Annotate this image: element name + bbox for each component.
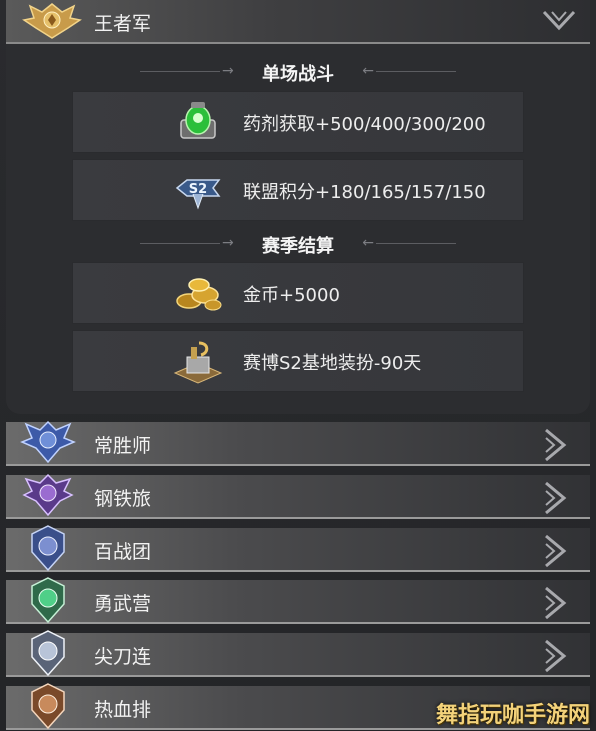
watermark: 舞指玩咖手游网 xyxy=(435,703,590,728)
divider-line xyxy=(140,71,220,72)
arrow-right-icon: → xyxy=(222,63,234,79)
potion-icon xyxy=(180,102,216,139)
silver-shield-badge-icon xyxy=(31,630,65,677)
divider-line xyxy=(376,71,456,72)
section-title-battle: → 单场战斗 ← xyxy=(0,60,596,86)
reward-row-base-decoration: 赛博S2基地装扮-90天 xyxy=(72,330,524,392)
chevron-right-icon[interactable] xyxy=(542,534,568,568)
section-title-season: → 赛季结算 ← xyxy=(0,232,596,258)
chevron-right-icon[interactable] xyxy=(542,481,568,515)
rank-title: 百战团 xyxy=(94,541,152,563)
svg-text:S2: S2 xyxy=(189,182,207,197)
blue-shield-badge-icon xyxy=(31,525,65,572)
rank-row-gangtielv[interactable]: 钢铁旅 xyxy=(6,473,590,519)
gold-wings-badge-icon xyxy=(22,3,82,39)
arrow-left-icon: ← xyxy=(362,63,374,79)
purple-wings-badge-icon xyxy=(22,473,74,517)
base-decoration-icon xyxy=(173,341,223,384)
divider-line xyxy=(140,243,220,244)
chevron-right-icon[interactable] xyxy=(542,586,568,620)
reward-text: 药剂获取+500/400/300/200 xyxy=(243,114,486,135)
rank-title: 尖刀连 xyxy=(94,646,152,668)
s2-alliance-icon: S2 xyxy=(175,179,221,210)
rank-title: 热血排 xyxy=(94,699,152,721)
reward-row-potion: 药剂获取+500/400/300/200 xyxy=(72,91,524,153)
arrow-left-icon: ← xyxy=(362,235,374,251)
reward-row-gold: 金币+5000 xyxy=(72,262,524,324)
reward-text: 金币+5000 xyxy=(243,285,340,306)
reward-text: 联盟积分+180/165/157/150 xyxy=(243,182,486,203)
reward-text: 赛博S2基地装扮-90天 xyxy=(243,353,422,374)
green-shield-badge-icon xyxy=(31,577,65,624)
rank-header-wangzhejun[interactable]: 王者军 xyxy=(6,0,590,44)
rank-rewards-panel: 王者军 → 单场战斗 ← 药剂获取+500/400/300/200 S2 联盟积… xyxy=(0,0,596,731)
rank-row-changshengshi[interactable]: 常胜师 xyxy=(6,420,590,466)
rank-title: 勇武营 xyxy=(94,593,152,615)
gold-coins-icon xyxy=(176,278,222,311)
divider-line xyxy=(376,243,456,244)
chevron-right-icon[interactable] xyxy=(542,428,568,462)
bronze-shield-badge-icon xyxy=(31,683,65,730)
blue-wings-badge-icon xyxy=(20,420,76,464)
rank-row-yongwuying[interactable]: 勇武营 xyxy=(6,577,590,624)
rank-title: 钢铁旅 xyxy=(94,488,152,510)
rank-row-baizhantuan[interactable]: 百战团 xyxy=(6,525,590,572)
rank-title: 常胜师 xyxy=(94,435,152,457)
chevron-down-icon[interactable] xyxy=(542,8,576,34)
rank-row-jiandaolian[interactable]: 尖刀连 xyxy=(6,630,590,677)
arrow-right-icon: → xyxy=(222,235,234,251)
chevron-right-icon[interactable] xyxy=(542,639,568,673)
rank-title: 王者军 xyxy=(94,13,152,35)
reward-row-alliance-points: S2 联盟积分+180/165/157/150 xyxy=(72,159,524,221)
